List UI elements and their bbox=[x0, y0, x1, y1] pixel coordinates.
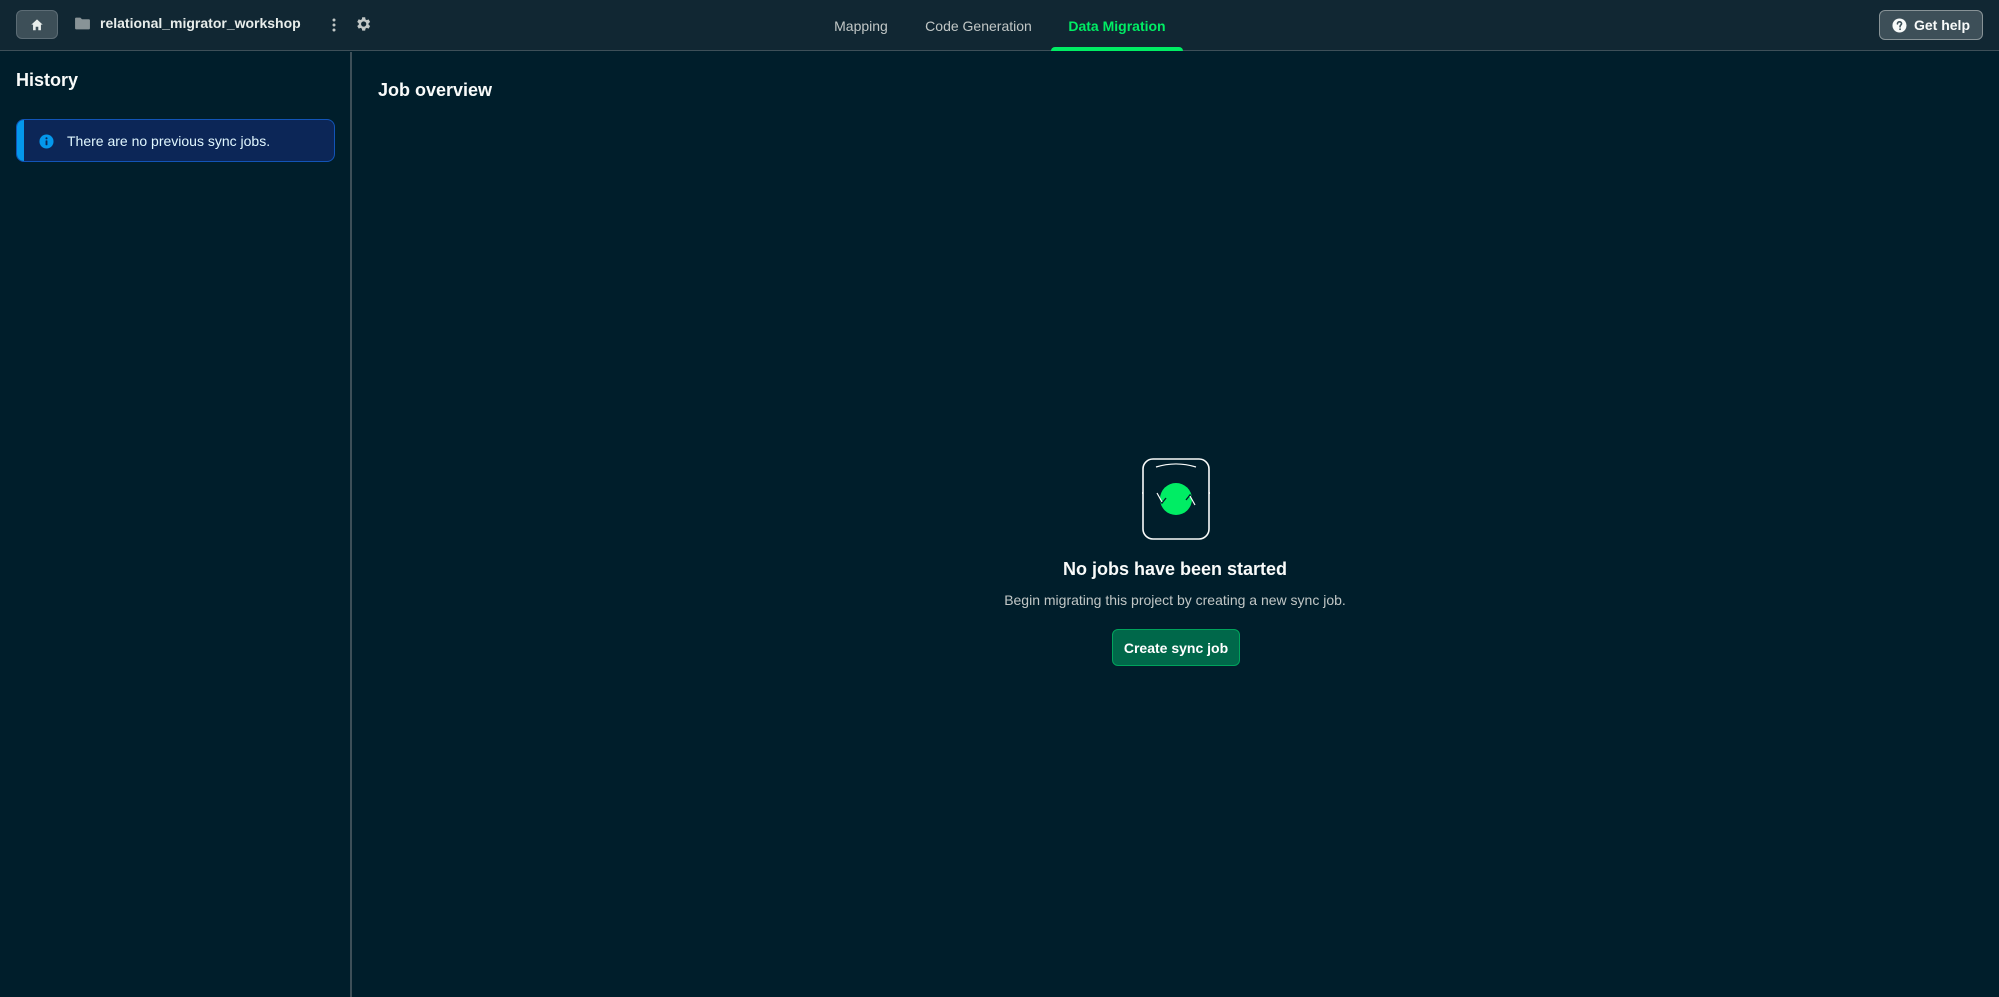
banner-accent-stripe bbox=[17, 120, 24, 161]
top-navigation-bar: relational_migrator_workshop Mapping Cod… bbox=[0, 0, 1999, 51]
project-name[interactable]: relational_migrator_workshop bbox=[100, 15, 301, 31]
tab-code-generation[interactable]: Code Generation bbox=[917, 0, 1040, 51]
empty-state-description: Begin migrating this project by creating… bbox=[1004, 592, 1346, 608]
settings-gear-icon[interactable] bbox=[354, 15, 372, 33]
info-icon bbox=[39, 134, 54, 149]
sidebar-title: History bbox=[16, 70, 79, 90]
help-circle-icon bbox=[1892, 17, 1907, 33]
sync-illustration bbox=[1141, 458, 1211, 540]
get-help-button[interactable]: Get help bbox=[1879, 10, 1983, 40]
history-sidebar: History There are no previous sync jobs. bbox=[0, 52, 352, 997]
create-sync-job-button[interactable]: Create sync job bbox=[1112, 629, 1240, 666]
empty-state-title: No jobs have been started bbox=[1062, 559, 1288, 579]
page-title: Job overview bbox=[378, 80, 493, 100]
more-options-button[interactable] bbox=[326, 13, 342, 37]
info-banner: There are no previous sync jobs. bbox=[16, 119, 335, 162]
get-help-label: Get help bbox=[1913, 17, 1970, 33]
tab-data-migration[interactable]: Data Migration bbox=[1051, 0, 1183, 51]
folder-icon bbox=[75, 17, 90, 30]
home-icon bbox=[31, 18, 43, 30]
tab-mapping[interactable]: Mapping bbox=[826, 0, 896, 51]
home-button[interactable] bbox=[16, 10, 58, 39]
banner-text: There are no previous sync jobs. bbox=[67, 133, 271, 149]
more-vertical-icon bbox=[332, 18, 336, 32]
